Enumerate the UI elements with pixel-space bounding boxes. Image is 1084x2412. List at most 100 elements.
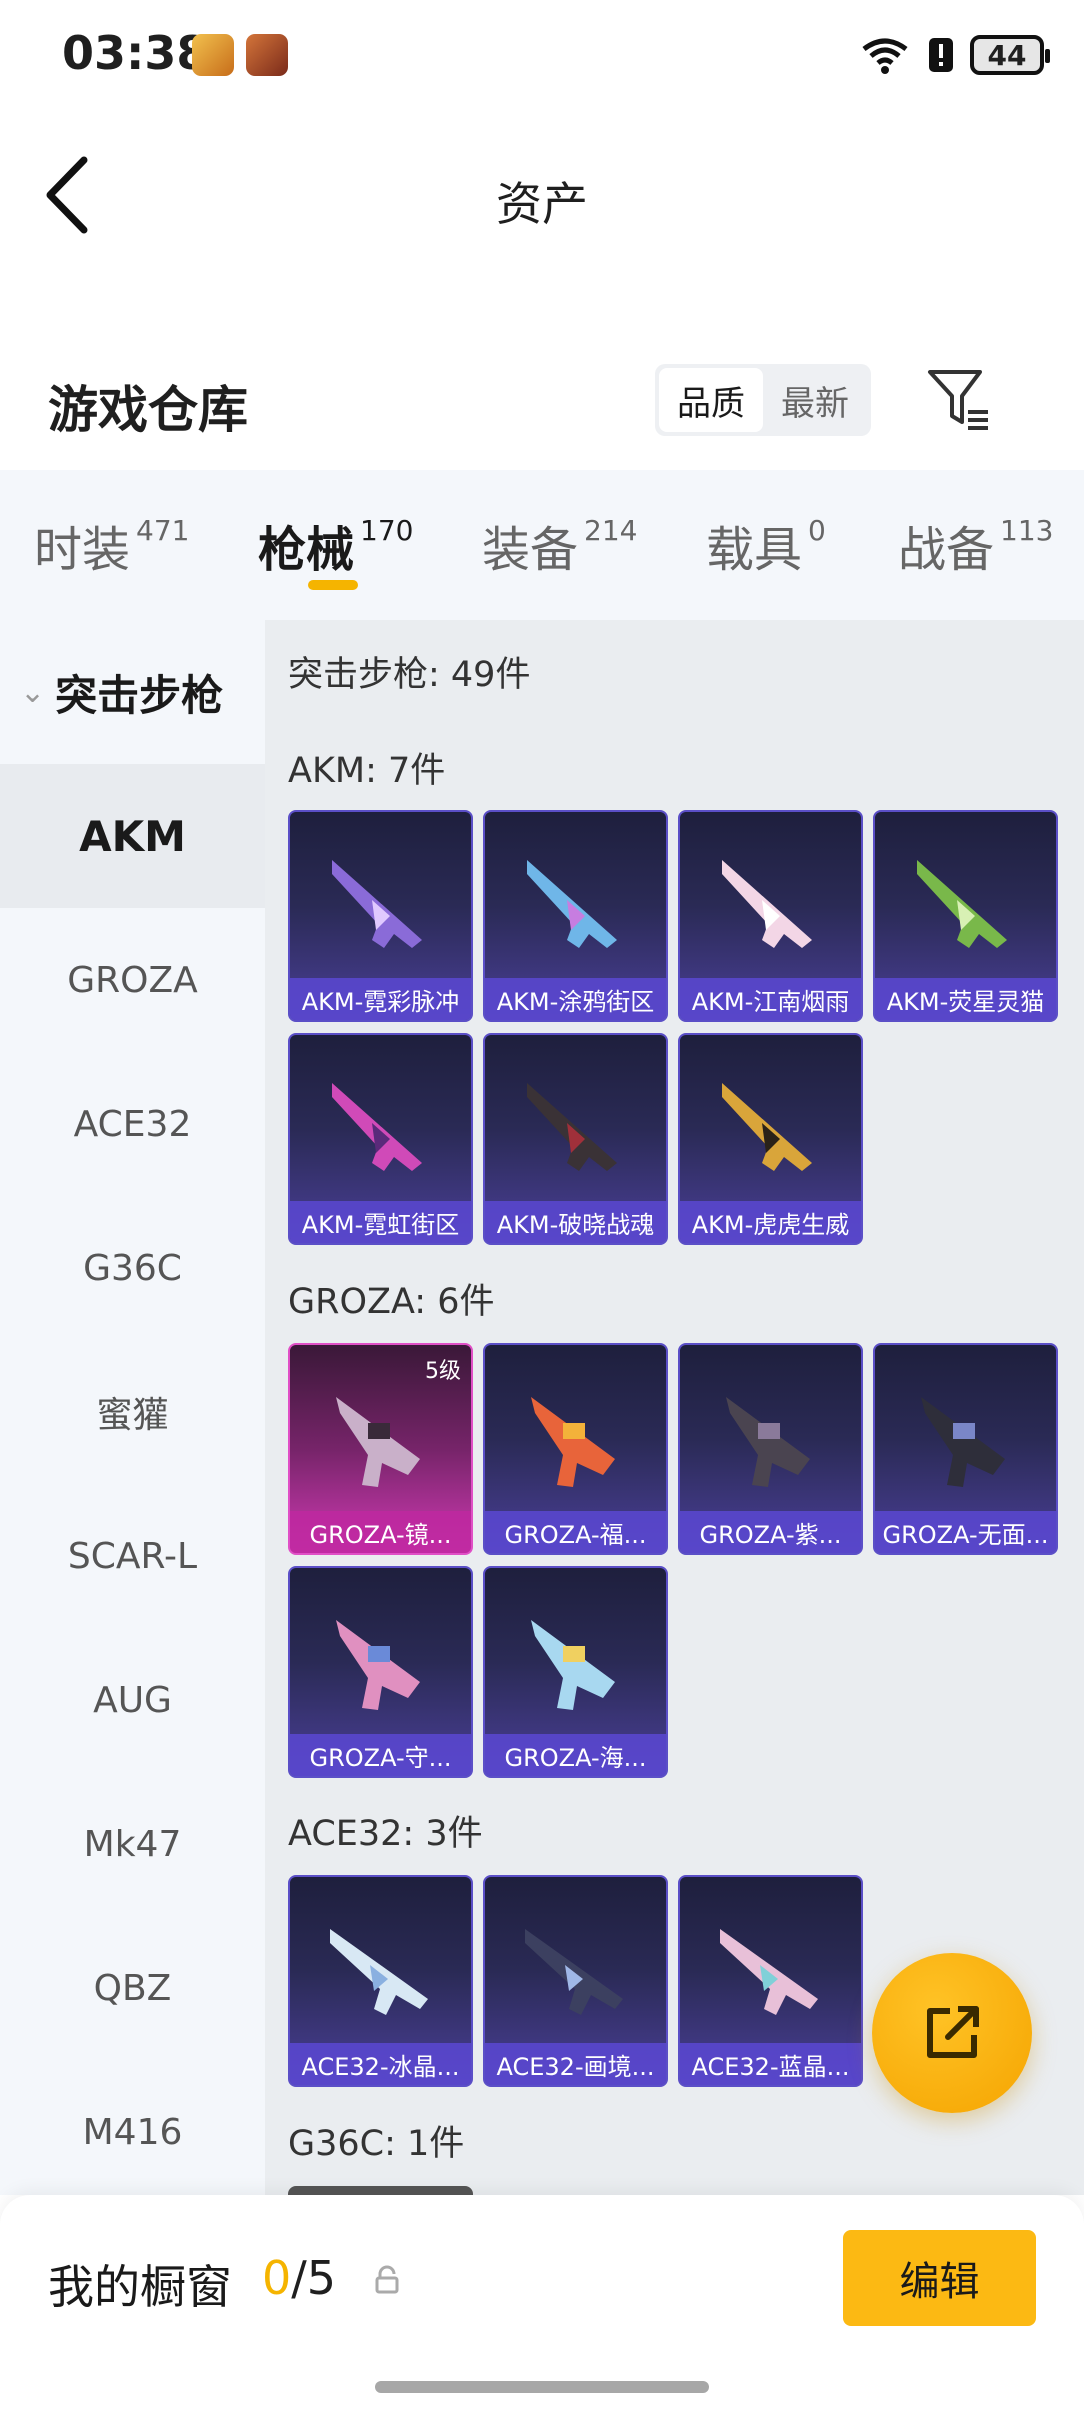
tab-label: 枪械: [258, 522, 355, 578]
skin-card[interactable]: GROZA-守...: [288, 1566, 473, 1778]
skin-card[interactable]: ACE32-冰晶...: [288, 1875, 473, 2087]
header: 资产: [0, 110, 1084, 280]
tab-label: 时装: [34, 522, 131, 578]
skin-name: ACE32-蓝晶...: [680, 2043, 861, 2085]
external-link-icon: [927, 2006, 979, 2058]
filter-icon[interactable]: [924, 364, 994, 434]
skin-name: GROZA-无面...: [875, 1511, 1056, 1553]
hero-app-icon: [246, 34, 288, 76]
tab-fashion[interactable]: 时装 471: [34, 510, 189, 580]
sidebar-item-aug[interactable]: AUG: [0, 1628, 265, 1772]
sidebar-category-label: 突击步枪: [55, 670, 224, 720]
skin-name: AKM-霓彩脉冲: [290, 978, 471, 1020]
skin-card[interactable]: ACE32-蓝晶...: [678, 1875, 863, 2087]
status-bar: 03:38 44: [0, 0, 1084, 110]
showcase-total: /5: [291, 2251, 337, 2305]
rifle-icon: [722, 860, 812, 948]
showcase-label: 我的橱窗: [48, 2260, 232, 2314]
skin-name: ACE32-画境...: [485, 2043, 666, 2085]
sidebar-item-qbz[interactable]: QBZ: [0, 1916, 265, 2060]
skin-card[interactable]: ACE32-画境...: [483, 1875, 668, 2087]
sidebar-item-ace32[interactable]: ACE32: [0, 1052, 265, 1196]
skin-card[interactable]: GROZA-无面...: [873, 1343, 1058, 1555]
skin-card[interactable]: [288, 2186, 473, 2195]
share-button[interactable]: [872, 1953, 1032, 2113]
rifle-icon: [527, 860, 617, 948]
tab-label: 装备: [482, 522, 579, 578]
rifle-icon: [332, 1083, 422, 1171]
skin-name: GROZA-守...: [290, 1734, 471, 1776]
smg-icon: [336, 1620, 420, 1710]
section-label-g36c: G36C: 1件: [288, 2124, 465, 2164]
skin-name: GROZA-福...: [485, 1511, 666, 1553]
sidebar-item-mk47[interactable]: Mk47: [0, 1772, 265, 1916]
skin-card[interactable]: GROZA-福...: [483, 1343, 668, 1555]
section-label-ace32: ACE32: 3件: [288, 1814, 483, 1854]
skin-card[interactable]: 5级 GROZA-镜...: [288, 1343, 473, 1555]
chevron-down-icon: ⌄: [20, 674, 46, 710]
skin-name: AKM-江南烟雨: [680, 978, 861, 1020]
tab-equipment[interactable]: 装备 214: [482, 510, 637, 580]
tab-count: 471: [136, 514, 190, 547]
warehouse-title: 游戏仓库: [48, 381, 248, 439]
home-indicator[interactable]: [375, 2381, 709, 2393]
lock-icon: [375, 2265, 399, 2294]
sidebar-item-akm[interactable]: AKM: [0, 764, 265, 908]
rifle-icon: [917, 860, 1007, 948]
smg-icon: [531, 1397, 615, 1487]
rifle-icon: [330, 1929, 428, 2015]
showcase-count: 0/5: [262, 2251, 336, 2305]
skin-card[interactable]: AKM-涂鸦街区: [483, 810, 668, 1022]
rifle-icon: [720, 1929, 818, 2015]
showcase-current: 0: [262, 2251, 292, 2305]
section-label-akm: AKM: 7件: [288, 751, 446, 791]
edit-button[interactable]: 编辑: [843, 2230, 1036, 2326]
skin-name: AKM-荧星灵猫: [875, 978, 1056, 1020]
skin-card[interactable]: GROZA-紫...: [678, 1343, 863, 1555]
rifle-icon: [332, 860, 422, 948]
rifle-icon: [527, 1083, 617, 1171]
rifle-icon: [722, 1083, 812, 1171]
category-tabs: 时装 471 枪械 170 装备 214 载具 0 战备 113: [0, 470, 1084, 620]
sort-newest-option[interactable]: 最新: [763, 368, 867, 432]
alert-battery-icon: [929, 38, 953, 72]
sidebar-item-m416[interactable]: M416: [0, 2060, 265, 2204]
smg-icon: [726, 1397, 810, 1487]
smg-icon: [336, 1397, 420, 1487]
battery-icon: 44: [970, 35, 1050, 75]
skin-card[interactable]: AKM-破晓战魂: [483, 1033, 668, 1245]
tab-guns[interactable]: 枪械 170: [258, 510, 413, 580]
sidebar-category[interactable]: ⌄ 突击步枪: [0, 620, 265, 764]
sort-toggle: 品质 最新: [655, 364, 871, 436]
skin-name: GROZA-海...: [485, 1734, 666, 1776]
skin-name: AKM-霓虹街区: [290, 1201, 471, 1243]
tab-count: 0: [808, 514, 826, 547]
skin-card[interactable]: AKM-荧星灵猫: [873, 810, 1058, 1022]
active-tab-indicator: [308, 580, 358, 590]
section-label-groza: GROZA: 6件: [288, 1282, 495, 1322]
smg-icon: [921, 1397, 1005, 1487]
sort-quality-option[interactable]: 品质: [659, 368, 763, 432]
skin-name: AKM-虎虎生威: [680, 1201, 861, 1243]
tab-supplies[interactable]: 战备 113: [898, 510, 1053, 580]
sidebar-item-groza[interactable]: GROZA: [0, 908, 265, 1052]
rifle-icon: [525, 1929, 623, 2015]
skin-name: AKM-破晓战魂: [485, 1201, 666, 1243]
category-summary: 突击步枪: 49件: [288, 655, 531, 695]
skin-card[interactable]: AKM-虎虎生威: [678, 1033, 863, 1245]
skin-card[interactable]: GROZA-海...: [483, 1566, 668, 1778]
tab-count: 170: [360, 514, 414, 547]
tab-count: 113: [1000, 514, 1054, 547]
sidebar-item-g36c[interactable]: G36C: [0, 1196, 265, 1340]
skin-name: AKM-涂鸦街区: [485, 978, 666, 1020]
tab-vehicles[interactable]: 载具 0: [706, 510, 826, 580]
smg-icon: [531, 1620, 615, 1710]
skin-card[interactable]: AKM-霓彩脉冲: [288, 810, 473, 1022]
skin-card[interactable]: AKM-江南烟雨: [678, 810, 863, 1022]
showcase-bar: 我的橱窗 0/5 编辑: [0, 2195, 1084, 2412]
page-title: 资产: [496, 177, 588, 231]
sidebar-item-scar-l[interactable]: SCAR-L: [0, 1484, 265, 1628]
skin-card[interactable]: AKM-霓虹街区: [288, 1033, 473, 1245]
sidebar-item-honey-badger[interactable]: 蜜獾: [0, 1340, 265, 1484]
tab-label: 载具: [706, 522, 803, 578]
